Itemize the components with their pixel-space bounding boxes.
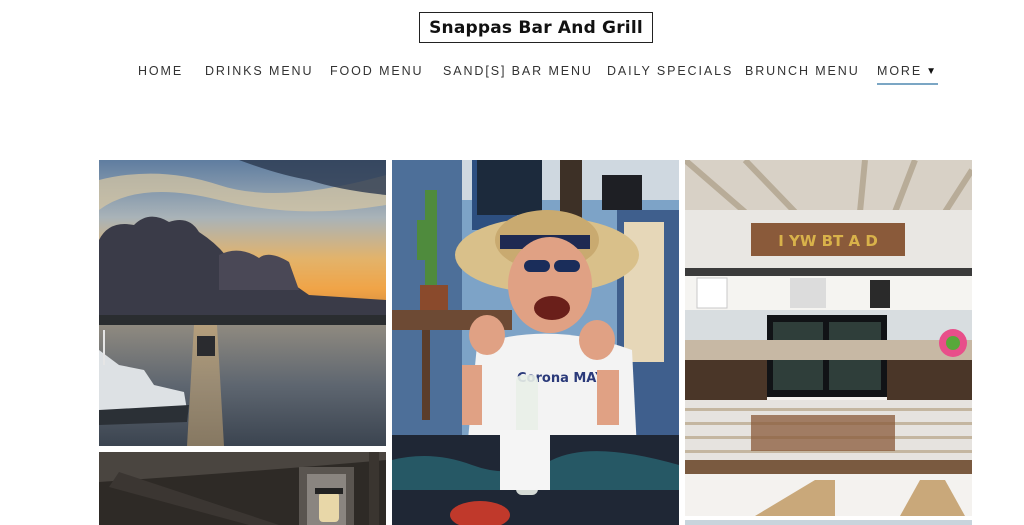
caret-down-icon: ▼: [926, 65, 938, 77]
gallery-image-porch-lamp[interactable]: [99, 452, 386, 525]
nav-item-drinks-menu[interactable]: DRINKS MENU: [205, 64, 313, 78]
site-title: Snappas Bar And Grill: [429, 17, 643, 38]
gallery-image-bar-interior[interactable]: I YW BT A D: [685, 160, 972, 516]
partial-photo: [685, 520, 972, 525]
sunset-photo: [99, 160, 386, 446]
nav-active-underline: [877, 83, 938, 85]
bar-interior-photo: I YW BT A D: [685, 160, 972, 516]
porch-lamp-photo: [99, 452, 386, 525]
nav-item-home[interactable]: HOME: [138, 64, 183, 78]
nav-item-food-menu[interactable]: FOOD MENU: [330, 64, 424, 78]
bar-sign: I YW BT A D: [778, 232, 878, 250]
gallery-image-sunset[interactable]: [99, 160, 386, 446]
gallery-image-partial[interactable]: [685, 520, 972, 525]
gallery-image-sombrero-guest[interactable]: Corona MAYO: [392, 160, 679, 525]
nav-item-more[interactable]: MORE ▼: [877, 64, 938, 85]
nav-item-brunch-menu[interactable]: BRUNCH MENU: [745, 64, 860, 78]
nav-item-daily-specials[interactable]: DAILY SPECIALS: [607, 64, 733, 78]
main-nav: HOME DRINKS MENU FOOD MENU SAND[S] BAR M…: [0, 64, 1024, 86]
site-logo[interactable]: Snappas Bar And Grill: [419, 12, 653, 43]
sombrero-guest-photo: Corona MAYO: [392, 160, 679, 525]
nav-more-label: MORE: [877, 64, 923, 78]
nav-item-sands-bar-menu[interactable]: SAND[S] BAR MENU: [443, 64, 593, 78]
